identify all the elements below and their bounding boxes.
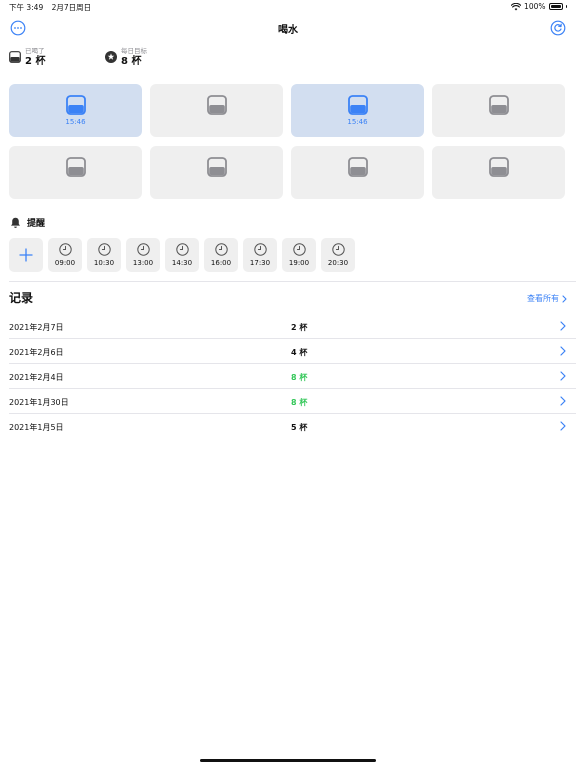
records-title: 记录 (9, 291, 34, 305)
reminder-time: 16:00 (210, 259, 232, 267)
reminder-chip[interactable]: 16:00 (204, 238, 238, 272)
section-divider (9, 281, 576, 282)
page-title: 喝水 (278, 25, 298, 36)
cup-time: 15:46 (65, 118, 86, 126)
reminder-time: 13:00 (132, 259, 154, 267)
reminder-chip[interactable]: 10:30 (87, 238, 121, 272)
cup-cell[interactable]: 15:46 (291, 84, 424, 137)
record-row[interactable]: 2021年2月7日 2 杯 (9, 314, 576, 339)
record-date: 2021年1月5日 (9, 423, 64, 432)
cup-cell[interactable] (432, 146, 565, 199)
reminder-time: 17:30 (249, 259, 271, 267)
refresh-icon[interactable] (550, 20, 566, 36)
battery-icon (548, 3, 563, 10)
clock-icon (175, 243, 189, 256)
goal-stat: 每日目标 8 杯 (105, 48, 147, 67)
cup-icon (347, 95, 368, 115)
chevron-right-icon (560, 346, 566, 356)
reminder-chip[interactable]: 17:30 (243, 238, 277, 272)
chevron-right-icon (562, 294, 567, 303)
reminder-list: 09:00 10:30 13:00 14:30 16:00 17:30 19:00 20:30 (9, 238, 355, 272)
record-row[interactable]: 2021年2月6日 4 杯 (9, 339, 576, 364)
reminder-header: 提醒 (10, 216, 45, 229)
cup-time: 15:46 (347, 118, 368, 126)
cup-cell[interactable] (432, 84, 565, 137)
reminder-chip[interactable]: 19:00 (282, 238, 316, 272)
reminder-time: 14:30 (171, 259, 193, 267)
cup-cell[interactable] (291, 146, 424, 199)
drank-label: 已喝了 (25, 47, 45, 55)
status-time: 下午 3:49 (9, 3, 44, 12)
see-all-link[interactable]: 查看所有 (527, 293, 567, 304)
cup-icon (488, 157, 509, 177)
home-indicator[interactable] (200, 759, 376, 762)
wifi-icon (511, 2, 522, 10)
record-date: 2021年1月30日 (9, 398, 69, 407)
clock-icon (214, 243, 228, 256)
see-all-label: 查看所有 (527, 294, 559, 303)
reminder-time: 19:00 (288, 259, 310, 267)
clock-icon (97, 243, 111, 256)
reminder-chip[interactable]: 20:30 (321, 238, 355, 272)
clock-icon (136, 243, 150, 256)
cup-icon (9, 51, 21, 64)
record-count: 5 杯 (291, 423, 308, 432)
cup-cell[interactable]: 15:46 (9, 84, 142, 137)
record-row[interactable]: 2021年2月4日 8 杯 (9, 364, 576, 389)
chevron-right-icon (560, 371, 566, 381)
cup-cell[interactable] (150, 146, 283, 199)
cup-icon (206, 95, 227, 115)
record-count: 4 杯 (291, 348, 308, 357)
drank-stat: 已喝了 2 杯 (9, 48, 45, 67)
goal-label: 每日目标 (121, 47, 147, 55)
goal-value: 8 杯 (121, 55, 142, 67)
cup-icon (488, 95, 509, 115)
clock-icon (58, 243, 72, 256)
clock-icon (331, 243, 345, 256)
record-row[interactable]: 2021年1月5日 5 杯 (9, 414, 576, 439)
chevron-right-icon (560, 396, 566, 406)
records-list: 2021年2月7日 2 杯 2021年2月6日 4 杯 2021年2月4日 8 杯 2021… (9, 314, 576, 439)
record-count: 8 杯 (291, 398, 308, 407)
status-bar: 下午 3:49 2月7日周日 100% (0, 0, 576, 14)
plus-icon (19, 248, 33, 262)
battery-percent: 100% (524, 2, 546, 11)
status-date: 2月7日周日 (51, 3, 92, 12)
reminder-title: 提醒 (27, 219, 46, 229)
cup-icon (65, 157, 86, 177)
chevron-right-icon (560, 321, 566, 331)
cup-cell[interactable] (9, 146, 142, 199)
stats-row: 已喝了 2 杯 每日目标 8 杯 (9, 48, 309, 72)
reminder-time: 10:30 (93, 259, 115, 267)
cup-icon (65, 95, 86, 115)
chevron-right-icon (560, 421, 566, 431)
cup-icon (206, 157, 227, 177)
record-row[interactable]: 2021年1月30日 8 杯 (9, 389, 576, 414)
clock-icon (253, 243, 267, 256)
drank-value: 2 杯 (25, 55, 46, 67)
reminder-chip[interactable]: 13:00 (126, 238, 160, 272)
record-count: 2 杯 (291, 323, 308, 332)
reminder-time: 20:30 (327, 259, 349, 267)
record-count: 8 杯 (291, 373, 308, 382)
record-date: 2021年2月7日 (9, 323, 64, 332)
nav-bar: 喝水 (0, 14, 576, 44)
records-header: 记录 查看所有 (9, 289, 567, 307)
add-reminder-button[interactable] (9, 238, 43, 272)
reminder-time: 09:00 (54, 259, 76, 267)
clock-icon (292, 243, 306, 256)
cups-grid: 15:46 15:46 (9, 84, 567, 199)
reminder-chip[interactable]: 09:00 (48, 238, 82, 272)
record-date: 2021年2月4日 (9, 373, 64, 382)
reminder-chip[interactable]: 14:30 (165, 238, 199, 272)
bell-icon (11, 217, 20, 228)
cup-cell[interactable] (150, 84, 283, 137)
cup-icon (347, 157, 368, 177)
record-date: 2021年2月6日 (9, 348, 64, 357)
star-circle-icon (105, 51, 117, 64)
